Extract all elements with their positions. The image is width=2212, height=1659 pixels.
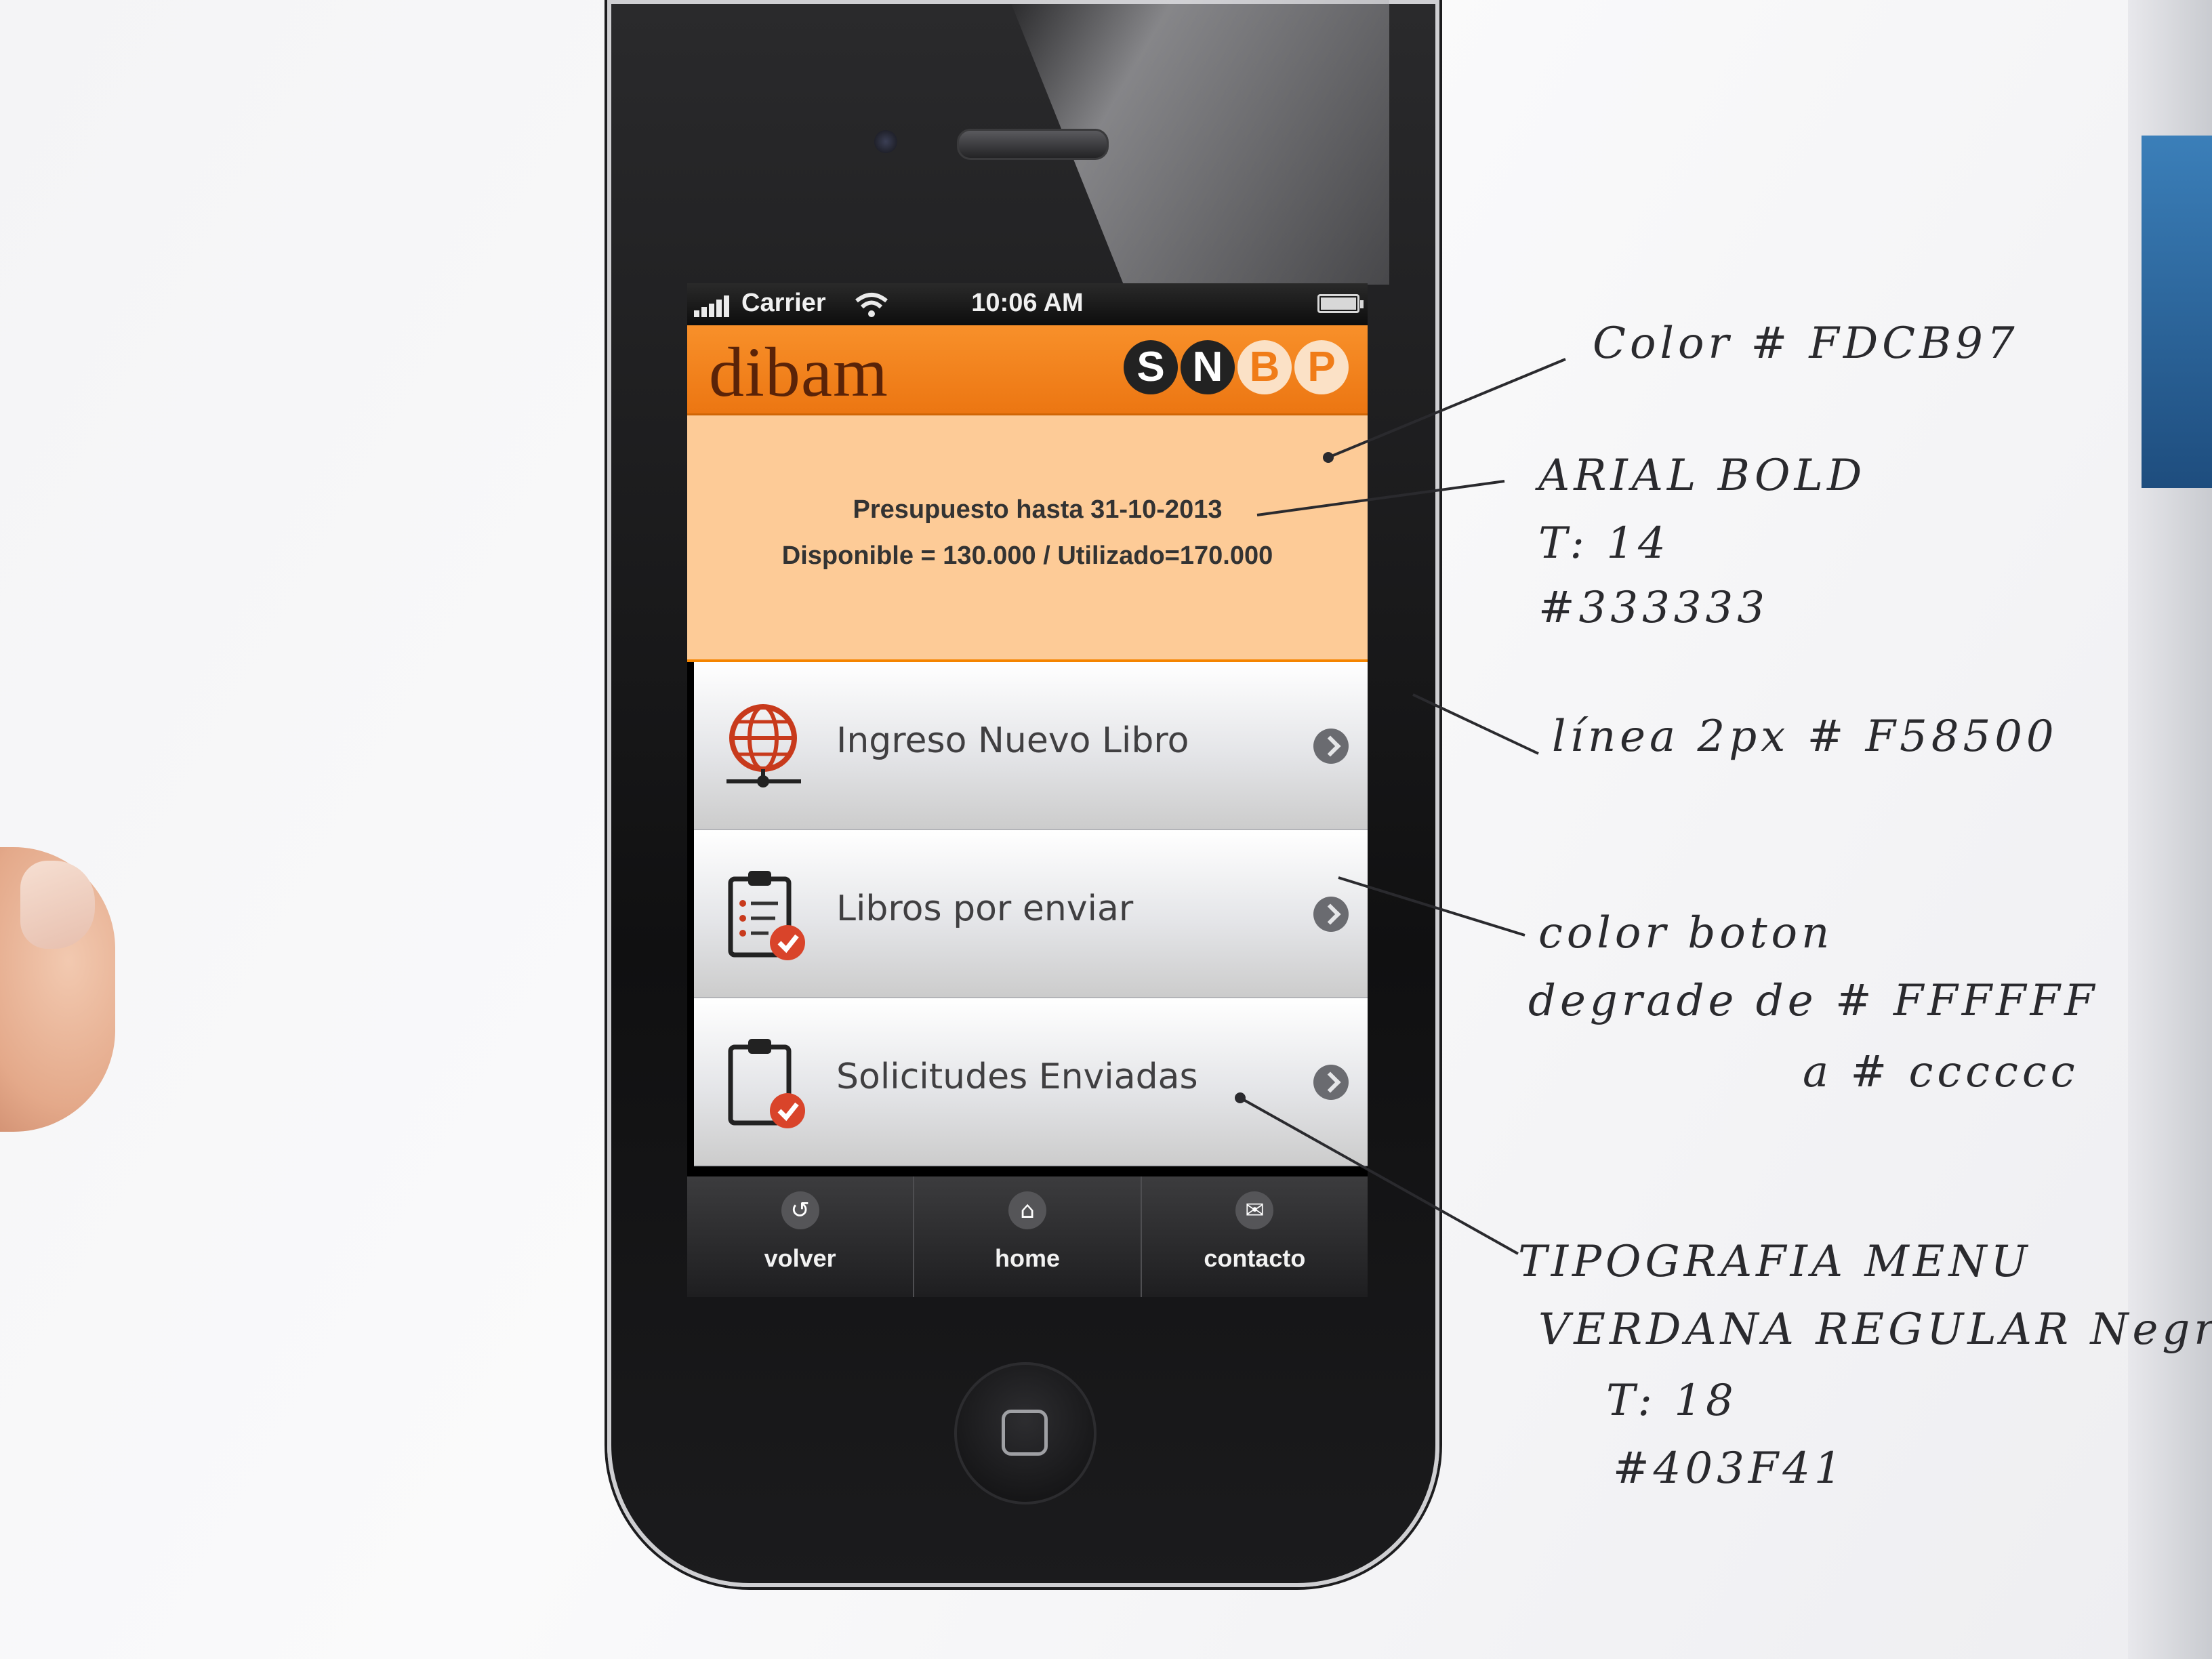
tab-contacto[interactable]: ✉ contacto [1142,1176,1368,1297]
budget-amounts: Disponible = 130.000 / Utilizado=170.000 [781,541,1273,570]
annotation-button-color: color boton [1538,908,1834,958]
tab-bar: ↺ volver ⌂ home ✉ contacto [687,1176,1368,1297]
snbp-letter: N [1181,340,1235,394]
status-time: 10:06 AM [971,289,1084,317]
menu-item-label: Ingreso Nuevo Libro [836,720,1189,761]
front-camera [874,130,897,153]
menu-item-ingreso-nuevo-libro[interactable]: Ingreso Nuevo Libro [694,662,1368,830]
chevron-right-icon [1313,897,1349,932]
clipboard-list-check-icon [728,871,805,960]
tab-label: home [994,1244,1060,1272]
annotation-menu-typography: TIPOGRAFIA MENU [1518,1237,2032,1287]
tab-label: contacto [1204,1244,1306,1272]
snbp-letter: S [1124,340,1178,394]
snbp-letter: B [1237,340,1292,394]
menu-item-libros-por-enviar[interactable]: Libros por enviar [694,830,1368,998]
annotation-line: línea 2px # F58500 [1552,712,2058,762]
snbp-logo: S N B P [1124,340,1349,394]
status-bar: Carrier 10:06 AM [687,283,1368,325]
menu-item-solicitudes-enviadas[interactable]: Solicitudes Enviadas [694,998,1368,1166]
main-menu: Ingreso Nuevo Libro Libros por enviar So… [694,662,1368,1166]
annotation-button-gradient-end: a # cccccc [1803,1047,2079,1097]
home-button-square-icon [1002,1410,1048,1456]
envelope-icon: ✉ [1235,1191,1274,1229]
battery-icon [1317,294,1364,313]
chevron-right-icon [1313,1065,1349,1100]
annotation-header-color: Color # FDCB97 [1593,319,2019,369]
clipboard-check-icon [728,1039,805,1128]
background-object [2142,136,2212,488]
home-icon: ⌂ [1008,1191,1046,1229]
annotation-menu-color: #403F41 [1613,1443,1846,1494]
thumbnail-nail [20,861,95,949]
annotation-font-size: T: 14 [1538,518,1670,569]
annotation-font-name: ARIAL BOLD [1538,451,1866,501]
menu-item-label: Solicitudes Enviadas [836,1057,1198,1097]
chevron-right-icon [1313,729,1349,764]
annotation-menu-size: T: 18 [1606,1376,1738,1426]
budget-panel: Presupuesto hasta 31-10-2013 Disponible … [687,415,1368,662]
snbp-letter: P [1294,340,1349,394]
annotation-button-gradient: degrade de # FFFFFF [1528,976,2099,1026]
tab-home[interactable]: ⌂ home [914,1176,1142,1297]
tab-label: volver [764,1244,836,1272]
earpiece-speaker [957,129,1109,160]
app-header: dibam S N B P [687,325,1368,415]
phone-screen: Carrier 10:06 AM dibam S N B P Presupues… [687,283,1368,1297]
globe-book-icon [726,704,801,787]
dibam-logo: dibam [709,333,888,411]
annotation-menu-font: VERDANA REGULAR Negrita [1538,1305,2212,1355]
annotation-font-color: #333333 [1538,583,1769,633]
back-arrow-icon: ↺ [781,1191,819,1229]
tab-volver[interactable]: ↺ volver [687,1176,915,1297]
budget-period: Presupuesto hasta 31-10-2013 [853,495,1223,524]
menu-item-label: Libros por enviar [836,888,1134,929]
